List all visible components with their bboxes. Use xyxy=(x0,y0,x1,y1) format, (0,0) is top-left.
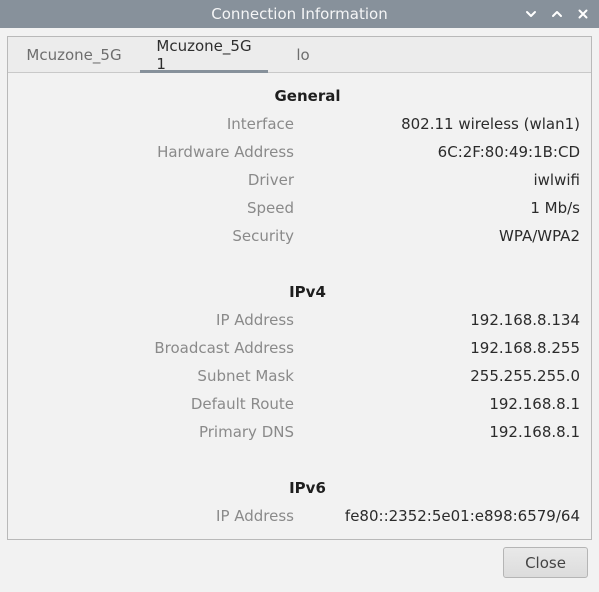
tab-label: lo xyxy=(296,45,310,64)
info-row: Driver iwlwifi xyxy=(8,171,591,193)
close-icon xyxy=(578,9,588,19)
info-label: IP Address xyxy=(216,507,294,525)
info-label: Driver xyxy=(247,171,294,189)
minimize-button[interactable] xyxy=(521,4,541,24)
connection-notebook: Mcuzone_5G Mcuzone_5G 1 lo General Inter… xyxy=(7,36,592,540)
close-button[interactable]: Close xyxy=(503,547,588,578)
info-value: 192.168.8.1 xyxy=(489,423,580,441)
info-label: Security xyxy=(232,227,294,245)
chevron-down-icon xyxy=(526,11,536,17)
window-title: Connection Information xyxy=(211,5,388,23)
info-label: Default Route xyxy=(190,395,294,413)
info-value: 802.11 wireless (wlan1) xyxy=(401,115,580,133)
info-value: 1 Mb/s xyxy=(530,199,580,217)
window-close-button[interactable] xyxy=(573,4,593,24)
info-row: Subnet Mask 255.255.255.0 xyxy=(8,367,591,389)
info-row: Interface 802.11 wireless (wlan1) xyxy=(8,115,591,137)
info-row: Security WPA/WPA2 xyxy=(8,227,591,249)
info-value: fe80::2352:5e01:e898:6579/64 xyxy=(344,507,580,525)
info-value: 6C:2F:80:49:1B:CD xyxy=(437,143,580,161)
info-value: 192.168.8.1 xyxy=(489,395,580,413)
info-row: Broadcast Address 192.168.8.255 xyxy=(8,339,591,361)
info-row: IP Address 192.168.8.134 xyxy=(8,311,591,333)
info-label: IP Address xyxy=(216,311,294,329)
info-value: 192.168.8.255 xyxy=(470,339,580,357)
window-titlebar[interactable]: Connection Information xyxy=(0,0,599,28)
maximize-button[interactable] xyxy=(547,4,567,24)
section-title-general: General xyxy=(274,87,341,105)
info-label: Interface xyxy=(226,115,294,133)
info-label: Broadcast Address xyxy=(154,339,294,357)
window-controls xyxy=(521,0,593,28)
tab-label: Mcuzone_5G xyxy=(26,45,122,64)
info-value: 255.255.255.0 xyxy=(470,367,580,385)
info-row: Primary DNS 192.168.8.1 xyxy=(8,423,591,445)
info-value: 192.168.8.134 xyxy=(470,311,580,329)
info-label: Primary DNS xyxy=(198,423,294,441)
info-row: Speed 1 Mb/s xyxy=(8,199,591,221)
tab-mcuzone-5g[interactable]: Mcuzone_5G xyxy=(8,37,140,72)
chevron-up-icon xyxy=(552,11,562,17)
info-row: Hardware Address 6C:2F:80:49:1B:CD xyxy=(8,143,591,165)
info-value: iwlwifi xyxy=(533,171,581,189)
info-label: Speed xyxy=(246,199,294,217)
info-label: Subnet Mask xyxy=(197,367,294,385)
section-title-ipv6: IPv6 xyxy=(289,479,326,497)
info-row: IP Address fe80::2352:5e01:e898:6579/64 xyxy=(8,507,591,529)
tab-label: Mcuzone_5G 1 xyxy=(156,36,252,73)
info-value: WPA/WPA2 xyxy=(499,227,580,245)
info-row: Default Route 192.168.8.1 xyxy=(8,395,591,417)
tab-bar: Mcuzone_5G Mcuzone_5G 1 lo xyxy=(8,37,591,73)
tab-lo[interactable]: lo xyxy=(268,37,338,72)
info-label: Hardware Address xyxy=(157,143,294,161)
tab-mcuzone-5g-1[interactable]: Mcuzone_5G 1 xyxy=(140,36,268,73)
section-title-ipv4: IPv4 xyxy=(289,283,326,301)
